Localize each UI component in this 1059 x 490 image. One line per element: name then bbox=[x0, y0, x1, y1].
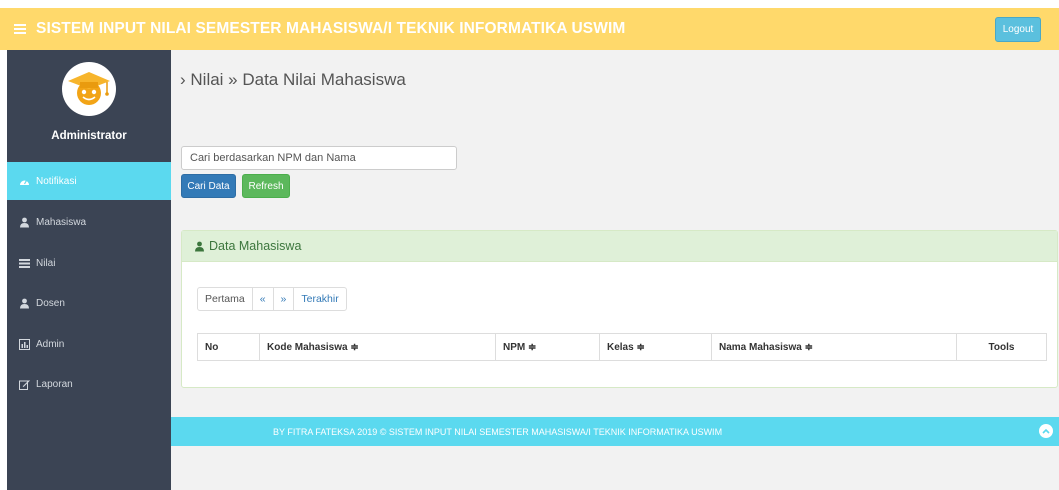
menu-icon[interactable] bbox=[14, 24, 26, 34]
col-nama-mahasiswa[interactable]: Nama Mahasiswa ≑ bbox=[711, 333, 957, 361]
profile-name: Administrator bbox=[51, 130, 127, 142]
scroll-top-icon[interactable] bbox=[1039, 424, 1053, 438]
sidebar-item-label: Laporan bbox=[36, 378, 73, 390]
user-icon bbox=[194, 241, 205, 252]
sidebar-item-laporan[interactable]: Laporan bbox=[7, 365, 171, 403]
col-no: No bbox=[197, 333, 260, 361]
pagination: Pertama « » Terakhir bbox=[197, 287, 347, 311]
graduation-cap-icon bbox=[68, 72, 110, 105]
user-icon bbox=[19, 217, 30, 228]
page-last[interactable]: Terakhir bbox=[293, 287, 347, 311]
app-title: SISTEM INPUT NILAI SEMESTER MAHASISWA/I … bbox=[36, 20, 626, 37]
sidebar-item-dosen[interactable]: Dosen bbox=[7, 284, 171, 322]
avatar bbox=[62, 62, 116, 116]
list-icon bbox=[19, 258, 30, 269]
sidebar-item-admin[interactable]: Admin bbox=[7, 325, 171, 363]
col-npm[interactable]: NPM ≑ bbox=[495, 333, 600, 361]
logout-button[interactable]: Logout bbox=[995, 17, 1041, 42]
col-kelas[interactable]: Kelas ≑ bbox=[599, 333, 712, 361]
panel-heading: Data Mahasiswa bbox=[182, 231, 1057, 262]
top-navbar: SISTEM INPUT NILAI SEMESTER MAHASISWA/I … bbox=[0, 8, 1059, 50]
user-icon bbox=[19, 298, 30, 309]
col-kode-mahasiswa[interactable]: Kode Mahasiswa ≑ bbox=[259, 333, 496, 361]
table-header-row: No Kode Mahasiswa ≑ NPM ≑ Kelas ≑ Nama M… bbox=[197, 333, 1047, 361]
sidebar-item-notifikasi[interactable]: Notifikasi bbox=[7, 162, 171, 200]
search-input[interactable] bbox=[181, 146, 457, 170]
footer: BY FITRA FATEKSA 2019 © SISTEM INPUT NIL… bbox=[171, 417, 1059, 446]
panel-title: Data Mahasiswa bbox=[209, 239, 302, 253]
page-first[interactable]: Pertama bbox=[197, 287, 253, 311]
edit-icon bbox=[19, 379, 30, 390]
sidebar-item-label: Admin bbox=[36, 338, 65, 350]
sidebar-item-label: Dosen bbox=[36, 297, 65, 309]
sidebar-item-label: Mahasiswa bbox=[36, 216, 87, 228]
breadcrumb: › Nilai » Data Nilai Mahasiswa bbox=[180, 70, 406, 89]
sidebar-item-nilai[interactable]: Nilai bbox=[7, 244, 171, 282]
data-table: No Kode Mahasiswa ≑ NPM ≑ Kelas ≑ Nama M… bbox=[197, 333, 1047, 361]
page-prev[interactable]: « bbox=[251, 287, 274, 311]
page-next[interactable]: » bbox=[272, 287, 295, 311]
chart-icon bbox=[19, 338, 30, 350]
footer-text: BY FITRA FATEKSA 2019 © SISTEM INPUT NIL… bbox=[273, 426, 723, 437]
sidebar-item-label: Nilai bbox=[36, 257, 56, 269]
sidebar-item-mahasiswa[interactable]: Mahasiswa bbox=[7, 203, 171, 241]
search-button[interactable]: Cari Data bbox=[181, 174, 236, 198]
main-content: › Nilai » Data Nilai Mahasiswa Cari Data… bbox=[171, 50, 1059, 490]
refresh-button[interactable]: Refresh bbox=[242, 174, 290, 198]
col-tools: Tools bbox=[956, 333, 1047, 361]
dashboard-icon bbox=[19, 176, 30, 187]
sidebar: Administrator Notifikasi Mahasiswa Nilai… bbox=[7, 50, 171, 490]
data-panel: Data Mahasiswa Pertama « » Terakhir No K… bbox=[181, 230, 1058, 388]
sidebar-item-label: Notifikasi bbox=[36, 175, 77, 187]
